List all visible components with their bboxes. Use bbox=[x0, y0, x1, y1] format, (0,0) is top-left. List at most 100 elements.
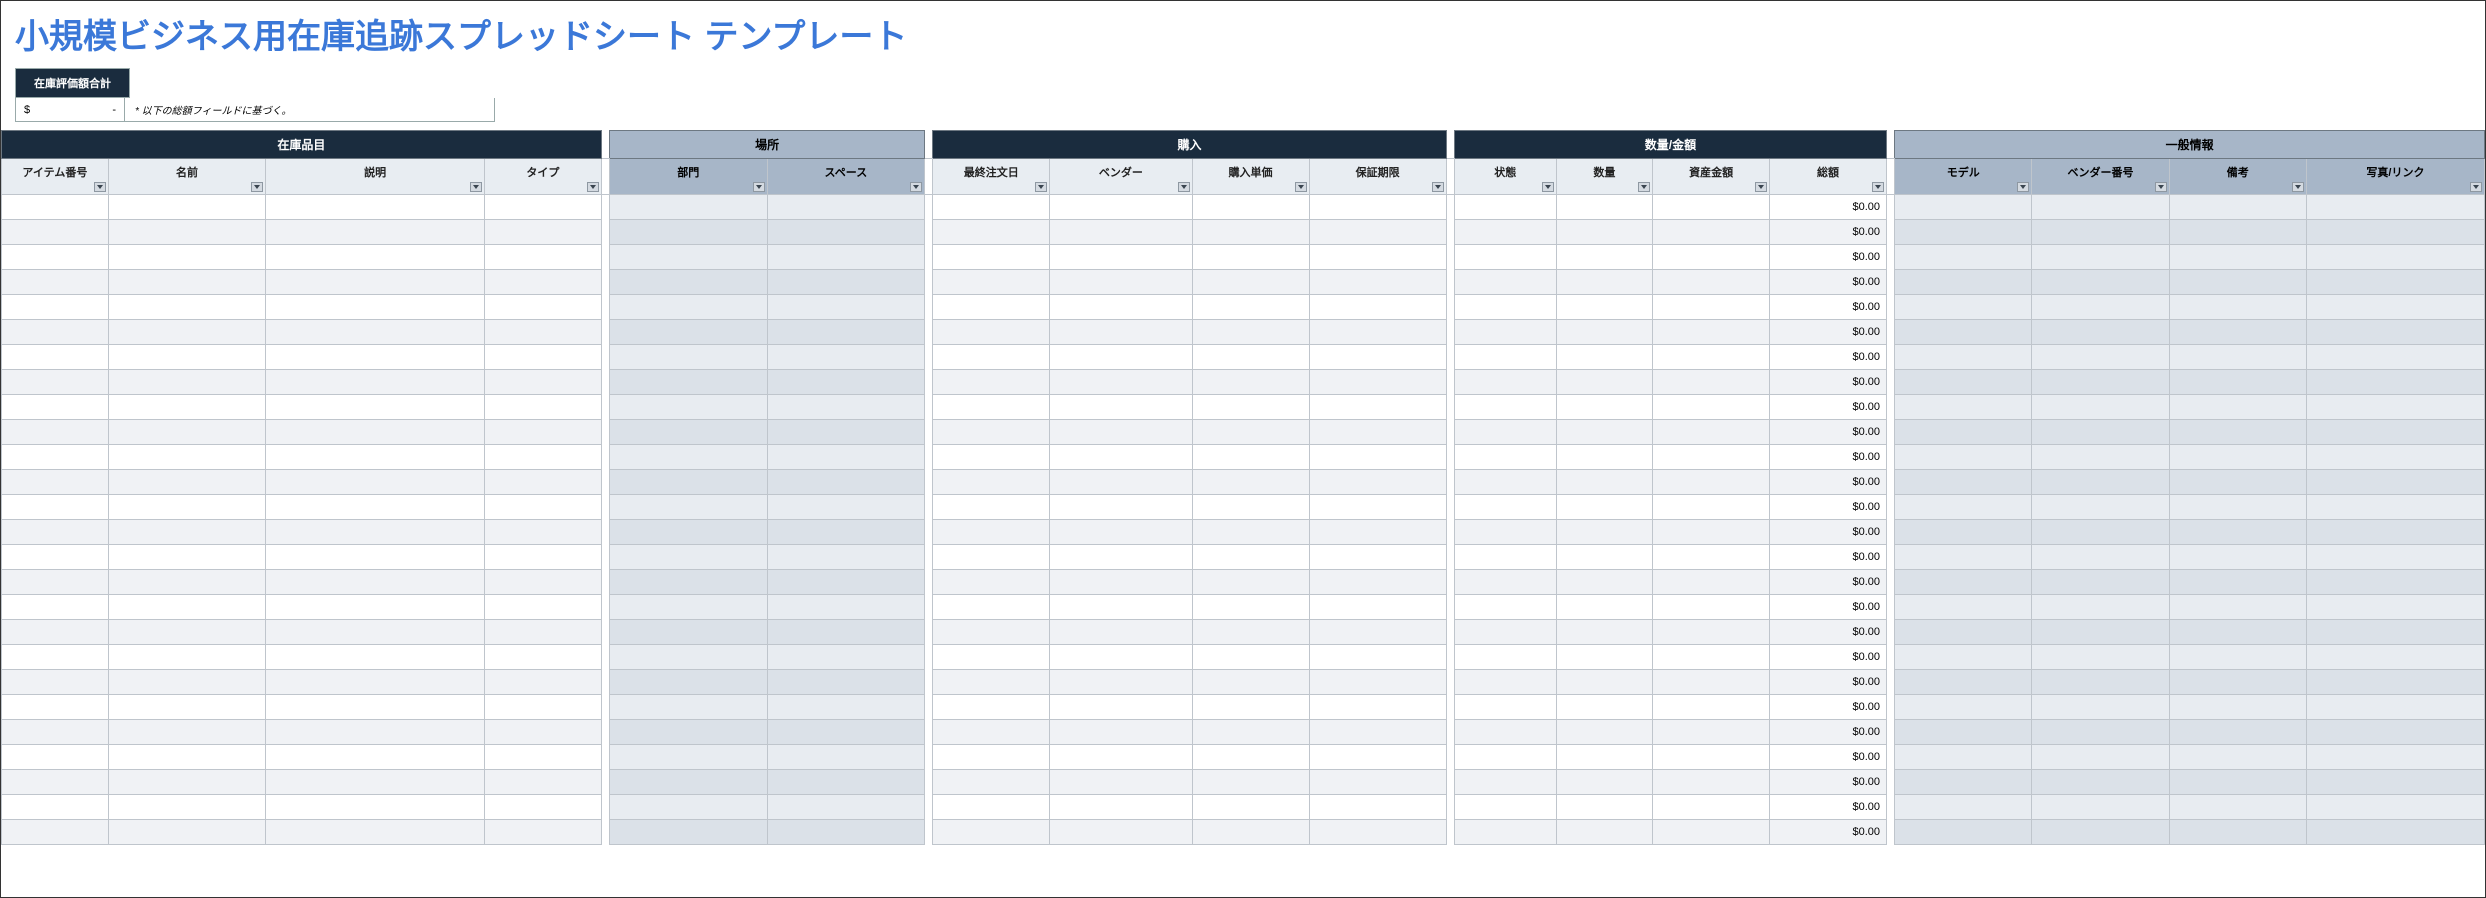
cell[interactable]: $0.00 bbox=[1770, 320, 1887, 345]
cell[interactable] bbox=[767, 520, 925, 545]
cell[interactable] bbox=[2032, 695, 2169, 720]
cell[interactable] bbox=[1895, 795, 2032, 820]
cell[interactable] bbox=[1050, 545, 1192, 570]
cell[interactable] bbox=[108, 570, 266, 595]
col-total[interactable]: 総額 bbox=[1770, 159, 1887, 195]
cell[interactable] bbox=[1192, 295, 1309, 320]
cell[interactable] bbox=[1309, 720, 1446, 745]
cell[interactable]: $0.00 bbox=[1770, 345, 1887, 370]
cell[interactable] bbox=[2, 195, 109, 220]
cell[interactable] bbox=[1050, 620, 1192, 645]
cell[interactable] bbox=[933, 495, 1050, 520]
cell[interactable] bbox=[2032, 495, 2169, 520]
cell[interactable] bbox=[266, 370, 485, 395]
cell[interactable] bbox=[1192, 495, 1309, 520]
col-type[interactable]: タイプ bbox=[484, 159, 601, 195]
cell[interactable] bbox=[266, 520, 485, 545]
col-space[interactable]: スペース bbox=[767, 159, 925, 195]
cell[interactable] bbox=[1556, 195, 1653, 220]
cell[interactable] bbox=[1050, 395, 1192, 420]
cell[interactable] bbox=[1050, 445, 1192, 470]
cell[interactable] bbox=[266, 295, 485, 320]
cell[interactable] bbox=[610, 395, 768, 420]
cell[interactable] bbox=[2, 820, 109, 845]
cell[interactable] bbox=[2, 545, 109, 570]
cell[interactable] bbox=[610, 545, 768, 570]
cell[interactable] bbox=[1192, 520, 1309, 545]
cell[interactable] bbox=[2306, 570, 2484, 595]
cell[interactable] bbox=[1454, 545, 1556, 570]
cell[interactable] bbox=[2169, 495, 2306, 520]
filter-icon[interactable] bbox=[2155, 182, 2167, 192]
cell[interactable] bbox=[266, 695, 485, 720]
cell[interactable] bbox=[1653, 520, 1770, 545]
cell[interactable] bbox=[1192, 720, 1309, 745]
cell[interactable] bbox=[484, 270, 601, 295]
cell[interactable]: $0.00 bbox=[1770, 370, 1887, 395]
cell[interactable] bbox=[1192, 470, 1309, 495]
cell[interactable] bbox=[484, 570, 601, 595]
cell[interactable] bbox=[2306, 220, 2484, 245]
cell[interactable] bbox=[266, 570, 485, 595]
cell[interactable] bbox=[2306, 795, 2484, 820]
cell[interactable] bbox=[484, 470, 601, 495]
cell[interactable] bbox=[1454, 495, 1556, 520]
cell[interactable] bbox=[1192, 345, 1309, 370]
cell[interactable] bbox=[266, 195, 485, 220]
cell[interactable] bbox=[1556, 620, 1653, 645]
cell[interactable] bbox=[767, 620, 925, 645]
cell[interactable] bbox=[2169, 220, 2306, 245]
cell[interactable] bbox=[2169, 670, 2306, 695]
cell[interactable] bbox=[2032, 795, 2169, 820]
cell[interactable] bbox=[1895, 445, 2032, 470]
cell[interactable] bbox=[108, 620, 266, 645]
cell[interactable] bbox=[2032, 820, 2169, 845]
cell[interactable] bbox=[1895, 245, 2032, 270]
cell[interactable] bbox=[1050, 220, 1192, 245]
cell[interactable] bbox=[933, 370, 1050, 395]
cell[interactable] bbox=[2306, 620, 2484, 645]
cell[interactable] bbox=[1454, 595, 1556, 620]
cell[interactable] bbox=[266, 745, 485, 770]
cell[interactable] bbox=[933, 520, 1050, 545]
cell[interactable] bbox=[1309, 795, 1446, 820]
cell[interactable] bbox=[484, 745, 601, 770]
cell[interactable] bbox=[2306, 195, 2484, 220]
cell[interactable] bbox=[767, 320, 925, 345]
cell[interactable] bbox=[1454, 695, 1556, 720]
cell[interactable] bbox=[1556, 445, 1653, 470]
cell[interactable] bbox=[266, 470, 485, 495]
cell[interactable] bbox=[1556, 695, 1653, 720]
cell[interactable] bbox=[610, 370, 768, 395]
cell[interactable] bbox=[484, 720, 601, 745]
cell[interactable] bbox=[2, 570, 109, 595]
cell[interactable] bbox=[108, 420, 266, 445]
cell[interactable] bbox=[1454, 795, 1556, 820]
cell[interactable] bbox=[1556, 745, 1653, 770]
cell[interactable] bbox=[933, 670, 1050, 695]
cell[interactable] bbox=[484, 245, 601, 270]
filter-icon[interactable] bbox=[2292, 182, 2304, 192]
cell[interactable] bbox=[767, 195, 925, 220]
cell[interactable] bbox=[266, 345, 485, 370]
cell[interactable] bbox=[1454, 195, 1556, 220]
cell[interactable] bbox=[266, 245, 485, 270]
cell[interactable] bbox=[1454, 745, 1556, 770]
cell[interactable] bbox=[1556, 420, 1653, 445]
cell[interactable] bbox=[2, 695, 109, 720]
cell[interactable] bbox=[610, 470, 768, 495]
cell[interactable] bbox=[1556, 295, 1653, 320]
cell[interactable] bbox=[610, 645, 768, 670]
cell[interactable] bbox=[1895, 420, 2032, 445]
cell[interactable] bbox=[1556, 370, 1653, 395]
cell[interactable] bbox=[1192, 395, 1309, 420]
cell[interactable] bbox=[610, 420, 768, 445]
filter-icon[interactable] bbox=[753, 182, 765, 192]
cell[interactable] bbox=[2306, 545, 2484, 570]
cell[interactable] bbox=[2032, 720, 2169, 745]
cell[interactable] bbox=[2169, 370, 2306, 395]
cell[interactable] bbox=[2169, 770, 2306, 795]
cell[interactable] bbox=[2, 595, 109, 620]
filter-icon[interactable] bbox=[1035, 182, 1047, 192]
cell[interactable] bbox=[610, 195, 768, 220]
